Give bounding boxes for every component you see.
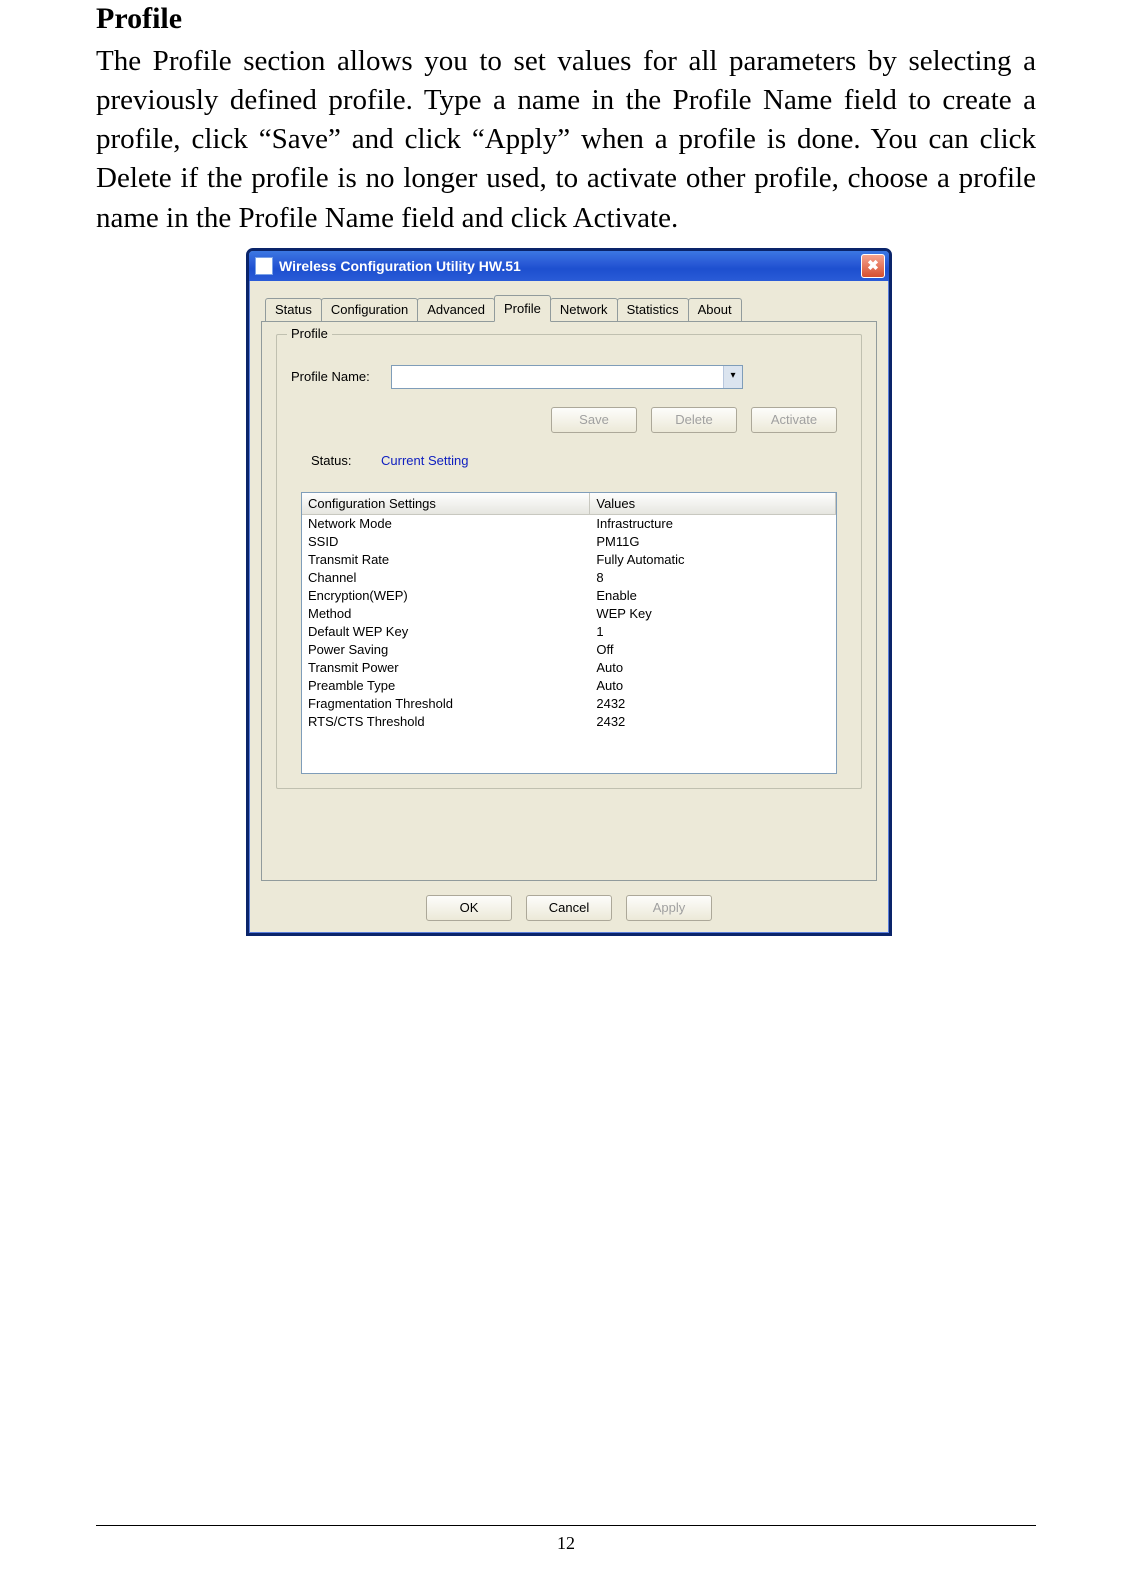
footer-rule [96, 1525, 1036, 1526]
profile-groupbox: Profile Profile Name: ▾ Save Delete Acti [276, 334, 862, 789]
app-window: Wireless Configuration Utility HW.51 ✖ S… [246, 248, 892, 936]
cell-setting: Preamble Type [302, 677, 590, 695]
cell-setting: Network Mode [302, 515, 590, 533]
cell-value: Off [590, 641, 836, 659]
cell-value: 2432 [590, 713, 836, 731]
list-item[interactable]: Encryption(WEP)Enable [302, 587, 836, 605]
cell-value: Auto [590, 659, 836, 677]
cell-value: Auto [590, 677, 836, 695]
tab-advanced[interactable]: Advanced [417, 298, 495, 321]
delete-button[interactable]: Delete [651, 407, 737, 433]
tab-status[interactable]: Status [265, 298, 322, 321]
status-value: Current Setting [381, 453, 468, 468]
header-col-settings: Configuration Settings [302, 493, 590, 514]
screenshot-container: Wireless Configuration Utility HW.51 ✖ S… [246, 248, 886, 936]
cell-value: 1 [590, 623, 836, 641]
client-area: Status Configuration Advanced Profile Ne… [249, 281, 889, 933]
cell-setting: Transmit Rate [302, 551, 590, 569]
save-button[interactable]: Save [551, 407, 637, 433]
cell-setting: Method [302, 605, 590, 623]
cell-setting: Fragmentation Threshold [302, 695, 590, 713]
list-item[interactable]: Fragmentation Threshold2432 [302, 695, 836, 713]
listview-header: Configuration Settings Values [302, 493, 836, 515]
cell-value: Fully Automatic [590, 551, 836, 569]
cell-setting: SSID [302, 533, 590, 551]
close-button[interactable]: ✖ [861, 254, 885, 278]
profile-name-combo[interactable]: ▾ [391, 365, 743, 389]
groupbox-title: Profile [287, 326, 332, 341]
tab-configuration[interactable]: Configuration [321, 298, 418, 321]
tab-statistics[interactable]: Statistics [617, 298, 689, 321]
list-item[interactable]: Power SavingOff [302, 641, 836, 659]
list-item[interactable]: Network ModeInfrastructure [302, 515, 836, 533]
app-icon [255, 257, 273, 275]
cell-setting: Channel [302, 569, 590, 587]
listview-body: Network ModeInfrastructureSSIDPM11GTrans… [302, 515, 836, 731]
page-number: 12 [0, 1533, 1132, 1554]
dialog-button-row: OK Cancel Apply [261, 895, 877, 921]
cell-value: 2432 [590, 695, 836, 713]
section-body: The Profile section allows you to set va… [96, 42, 1036, 238]
profile-name-input[interactable] [392, 366, 723, 388]
list-item[interactable]: RTS/CTS Threshold2432 [302, 713, 836, 731]
list-item[interactable]: Channel8 [302, 569, 836, 587]
profile-name-label: Profile Name: [291, 369, 391, 384]
tab-strip: Status Configuration Advanced Profile Ne… [265, 295, 877, 321]
cell-setting: Power Saving [302, 641, 590, 659]
tab-profile[interactable]: Profile [494, 295, 551, 322]
list-item[interactable]: Preamble TypeAuto [302, 677, 836, 695]
cell-value: Enable [590, 587, 836, 605]
cell-setting: RTS/CTS Threshold [302, 713, 590, 731]
status-label: Status: [311, 453, 381, 468]
list-item[interactable]: Transmit RateFully Automatic [302, 551, 836, 569]
cell-value: WEP Key [590, 605, 836, 623]
cell-value: PM11G [590, 533, 836, 551]
window-title: Wireless Configuration Utility HW.51 [279, 258, 861, 274]
tab-panel: Profile Profile Name: ▾ Save Delete Acti [261, 321, 877, 881]
tab-network[interactable]: Network [550, 298, 618, 321]
cancel-button[interactable]: Cancel [526, 895, 612, 921]
ok-button[interactable]: OK [426, 895, 512, 921]
chevron-down-icon[interactable]: ▾ [723, 366, 742, 388]
titlebar: Wireless Configuration Utility HW.51 ✖ [249, 251, 889, 281]
list-item[interactable]: MethodWEP Key [302, 605, 836, 623]
cell-value: Infrastructure [590, 515, 836, 533]
list-item[interactable]: Default WEP Key1 [302, 623, 836, 641]
cell-setting: Default WEP Key [302, 623, 590, 641]
activate-button[interactable]: Activate [751, 407, 837, 433]
list-item[interactable]: Transmit PowerAuto [302, 659, 836, 677]
settings-listview[interactable]: Configuration Settings Values Network Mo… [301, 492, 837, 774]
cell-value: 8 [590, 569, 836, 587]
list-item[interactable]: SSIDPM11G [302, 533, 836, 551]
header-col-values: Values [590, 493, 836, 514]
apply-button[interactable]: Apply [626, 895, 712, 921]
cell-setting: Encryption(WEP) [302, 587, 590, 605]
tab-about[interactable]: About [688, 298, 742, 321]
section-heading: Profile [96, 2, 1036, 36]
cell-setting: Transmit Power [302, 659, 590, 677]
